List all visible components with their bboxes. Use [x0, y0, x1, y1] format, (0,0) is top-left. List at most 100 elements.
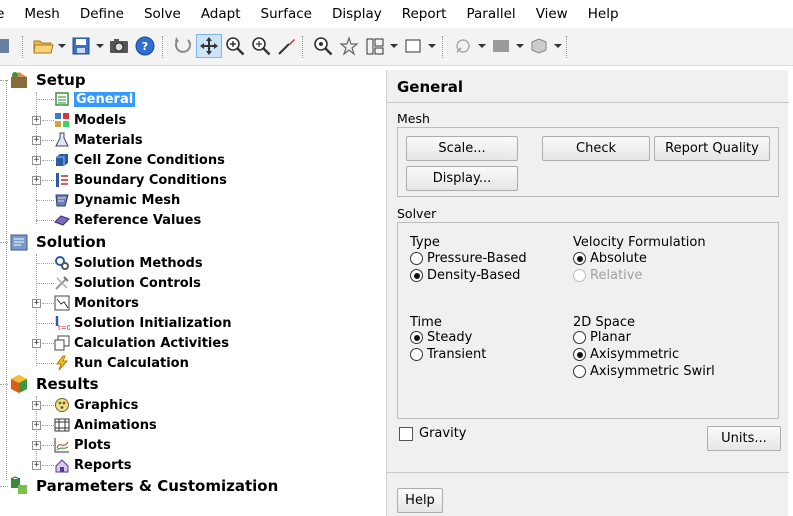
expand-icon[interactable]: + — [32, 441, 41, 450]
tree-node-cell-zone-conditions[interactable]: Cell Zone Conditions — [54, 150, 225, 170]
tree-node-solution-methods[interactable]: Solution Methods — [54, 253, 203, 273]
dropdown-arrow-icon[interactable] — [554, 44, 562, 48]
dropdown-arrow-icon[interactable] — [58, 44, 66, 48]
toolbar-separator — [442, 36, 444, 58]
tree-node-solution[interactable]: Solution — [8, 232, 106, 252]
open-folder-icon[interactable] — [30, 34, 56, 58]
tree-node-models[interactable]: Models — [54, 110, 126, 130]
units-button[interactable]: Units... — [707, 426, 781, 451]
scale-button[interactable]: Scale... — [406, 136, 518, 161]
pan-icon[interactable] — [196, 34, 222, 58]
tree-node-boundary-conditions[interactable]: Boundary Conditions — [54, 170, 227, 190]
tree-node-solution-initialization[interactable]: t=0 Solution Initialization — [54, 313, 232, 333]
tree-node-graphics[interactable]: Graphics — [54, 395, 138, 415]
radio-button[interactable] — [410, 348, 423, 361]
menu-define[interactable]: Define — [70, 0, 134, 28]
zoom-in-icon[interactable] — [222, 34, 248, 58]
radio-button-selected[interactable] — [410, 269, 423, 282]
planar-radio[interactable]: Planar — [573, 330, 631, 345]
axisymmetric-swirl-radio[interactable]: Axisymmetric Swirl — [573, 364, 715, 379]
pressure-based-radio[interactable]: Pressure-Based — [410, 251, 527, 266]
radio-button-selected[interactable] — [573, 348, 586, 361]
expand-icon[interactable]: + — [32, 461, 41, 470]
solution-controls-icon — [55, 276, 69, 290]
tree-connector — [36, 254, 37, 366]
radio-button[interactable] — [573, 365, 586, 378]
lights-icon[interactable] — [336, 34, 362, 58]
menu-mesh[interactable]: Mesh — [14, 0, 70, 28]
tree-node-materials[interactable]: Materials — [54, 130, 143, 150]
tree-connector — [42, 140, 54, 141]
radio-button-selected[interactable] — [410, 331, 423, 344]
menu-view[interactable]: View — [526, 0, 578, 28]
layout-icon[interactable] — [362, 34, 388, 58]
menu-file-partial[interactable]: e — [0, 0, 14, 28]
tree-connector — [36, 283, 54, 284]
partial-tool-icon[interactable] — [0, 34, 20, 58]
tree-node-reports[interactable]: Reports — [54, 455, 131, 475]
tree-node-general[interactable]: General — [54, 89, 136, 109]
zoom-box-icon[interactable] — [248, 34, 274, 58]
tree-connector — [42, 180, 54, 181]
axisymmetric-radio[interactable]: Axisymmetric — [573, 347, 679, 362]
window-icon[interactable] — [400, 34, 426, 58]
help-button[interactable]: Help — [397, 488, 443, 513]
tree-node-setup[interactable]: Setup — [8, 70, 86, 90]
tree-node-calculation-activities[interactable]: Calculation Activities — [54, 333, 229, 353]
menu-display[interactable]: Display — [322, 0, 392, 28]
reports-icon — [55, 459, 69, 473]
steady-radio[interactable]: Steady — [410, 330, 472, 345]
expand-icon[interactable]: + — [32, 421, 41, 430]
expand-icon[interactable]: + — [32, 116, 41, 125]
dropdown-arrow-icon[interactable] — [390, 44, 398, 48]
gravity-checkbox[interactable] — [399, 427, 413, 441]
dropdown-arrow-icon[interactable] — [96, 44, 104, 48]
radio-button-selected[interactable] — [573, 252, 586, 265]
expand-icon[interactable]: + — [32, 176, 41, 185]
tree-node-monitors[interactable]: Monitors — [54, 293, 139, 313]
info-icon[interactable]: ? — [132, 34, 158, 58]
menu-surface[interactable]: Surface — [251, 0, 322, 28]
camera-icon[interactable] — [106, 34, 132, 58]
expand-icon[interactable]: + — [32, 136, 41, 145]
fit-icon[interactable] — [310, 34, 336, 58]
dropdown-arrow-icon[interactable] — [428, 44, 436, 48]
menu-help[interactable]: Help — [578, 0, 629, 28]
rotate-icon[interactable] — [170, 34, 196, 58]
menu-bar: e Mesh Define Solve Adapt Surface Displa… — [0, 0, 793, 28]
expand-icon[interactable]: + — [32, 401, 41, 410]
views-icon[interactable] — [450, 34, 476, 58]
menu-solve[interactable]: Solve — [134, 0, 191, 28]
tree-node-run-calculation[interactable]: Run Calculation — [54, 353, 189, 373]
display-icon[interactable] — [526, 34, 552, 58]
dropdown-arrow-icon[interactable] — [478, 44, 486, 48]
tree-node-solution-controls[interactable]: Solution Controls — [54, 273, 201, 293]
save-icon[interactable] — [68, 34, 94, 58]
display-button[interactable]: Display... — [406, 166, 518, 191]
tree-node-parameters-customization[interactable]: Parameters & Customization — [8, 476, 278, 496]
radio-button[interactable] — [573, 331, 586, 344]
transient-radio[interactable]: Transient — [410, 347, 486, 362]
menu-parallel[interactable]: Parallel — [456, 0, 525, 28]
tree-node-reference-values[interactable]: Reference Values — [54, 210, 201, 230]
probe-icon[interactable] — [274, 34, 300, 58]
tree-node-results[interactable]: Results — [8, 374, 99, 394]
report-quality-button[interactable]: Report Quality — [654, 136, 770, 161]
menu-report[interactable]: Report — [392, 0, 457, 28]
tree-node-plots[interactable]: Plots — [54, 435, 111, 455]
check-button[interactable]: Check — [542, 136, 650, 161]
setup-icon — [11, 72, 27, 88]
radio-button[interactable] — [410, 252, 423, 265]
absolute-radio[interactable]: Absolute — [573, 251, 647, 266]
density-based-radio[interactable]: Density-Based — [410, 268, 520, 283]
tree-connector — [36, 323, 54, 324]
tree-node-animations[interactable]: Animations — [54, 415, 157, 435]
expand-icon[interactable]: + — [32, 156, 41, 165]
expand-icon[interactable]: + — [32, 339, 41, 348]
expand-icon[interactable]: + — [32, 299, 41, 308]
menu-adapt[interactable]: Adapt — [191, 0, 251, 28]
tree-node-dynamic-mesh[interactable]: Dynamic Mesh — [54, 190, 180, 210]
dropdown-arrow-icon[interactable] — [516, 44, 524, 48]
tree-label-solution-controls: Solution Controls — [74, 275, 201, 291]
colormap-icon[interactable] — [488, 34, 514, 58]
